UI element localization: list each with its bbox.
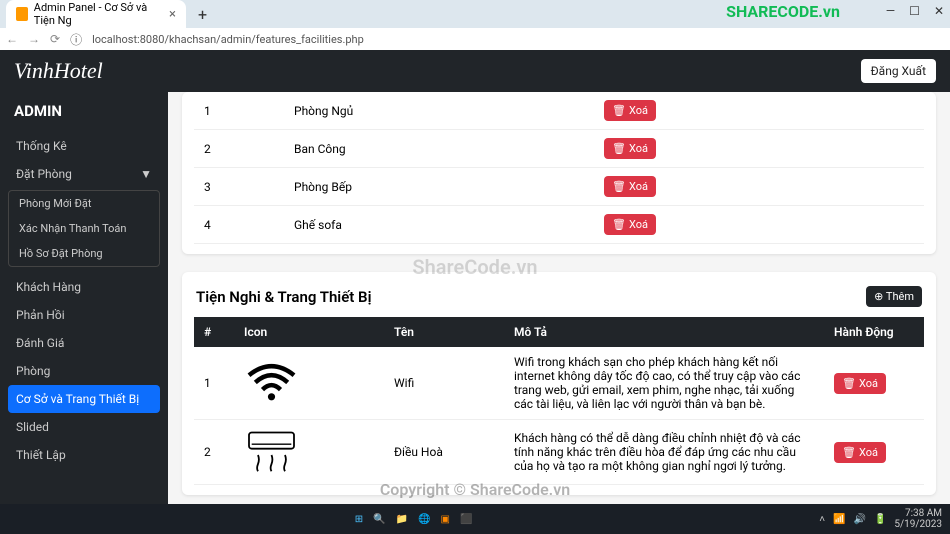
- tab-strip: Admin Panel - Cơ Sở và Tiện Ng × +: [0, 0, 950, 28]
- sidebar-item-coso[interactable]: Cơ Sở và Trang Thiết Bị: [8, 385, 160, 413]
- tray-chevron-icon[interactable]: ˄: [819, 514, 825, 525]
- table-row: 2 Ban Công 🗑 Xoá: [194, 130, 924, 168]
- taskbar-right: ˄ 📶 🔊 🔋 7:38 AM 5/19/2023: [819, 508, 942, 530]
- add-button[interactable]: ⊕ Thêm: [866, 286, 922, 307]
- col-action: Hành Động: [824, 317, 924, 347]
- close-window-icon[interactable]: ✕: [934, 4, 944, 18]
- site-info-icon[interactable]: ⓘ: [70, 31, 82, 48]
- browser-tab[interactable]: Admin Panel - Cơ Sở và Tiện Ng ×: [6, 0, 186, 28]
- sidebar-title: ADMIN: [8, 100, 160, 122]
- trash-icon: 🗑: [612, 218, 626, 231]
- delete-button[interactable]: 🗑 Xoá: [834, 442, 886, 463]
- main-content: 1 Phòng Ngủ 🗑 Xoá 2 Ban Công 🗑 Xoá 3 Phò…: [168, 92, 950, 504]
- wifi-icon: [244, 359, 299, 404]
- features-table: 1 Phòng Ngủ 🗑 Xoá 2 Ban Công 🗑 Xoá 3 Phò…: [194, 92, 924, 244]
- sidebar-item-phong[interactable]: Phòng: [8, 357, 160, 385]
- sidebar-item-slided[interactable]: Slided: [8, 413, 160, 441]
- table-row: 4 Ghế sofa 🗑 Xoá: [194, 206, 924, 244]
- brand-logo[interactable]: VinhHotel: [14, 58, 103, 84]
- tab-title: Admin Panel - Cơ Sở và Tiện Ng: [34, 1, 163, 27]
- table-row: 3 Phòng Bếp 🗑 Xoá: [194, 168, 924, 206]
- favicon-icon: [16, 7, 28, 21]
- app-header: VinhHotel Đăng Xuất: [0, 50, 950, 92]
- col-icon: Icon: [234, 317, 384, 347]
- sidebar: ADMIN Thống Kê Đặt Phòng ▼ Phòng Mới Đặt…: [0, 92, 168, 504]
- col-desc: Mô Tả: [504, 317, 824, 347]
- reload-icon[interactable]: ⟳: [50, 32, 60, 46]
- sidebar-item-thongke[interactable]: Thống Kê: [8, 132, 160, 160]
- sidebar-submenu: Phòng Mới Đặt Xác Nhận Thanh Toán Hồ Sơ …: [8, 190, 160, 267]
- delete-button[interactable]: 🗑 Xoá: [604, 138, 656, 159]
- delete-button[interactable]: 🗑 Xoá: [604, 176, 656, 197]
- close-tab-icon[interactable]: ×: [169, 7, 176, 22]
- table-row: 1 Phòng Ngủ 🗑 Xoá: [194, 92, 924, 130]
- table-row: 1 Wifi Wifi trong khách sạn cho: [194, 347, 924, 420]
- taskbar-center: ⊞ 🔍 📁 🌐 ▣ ⬛: [355, 514, 473, 525]
- delete-button[interactable]: 🗑 Xoá: [604, 214, 656, 235]
- air-conditioner-icon: [244, 428, 299, 473]
- sidebar-item-datphong[interactable]: Đặt Phòng ▼: [8, 160, 160, 188]
- wifi-tray-icon[interactable]: 📶: [833, 514, 845, 525]
- taskbar-clock[interactable]: 7:38 AM 5/19/2023: [894, 508, 942, 530]
- url-input[interactable]: localhost:8080/khachsan/admin/features_f…: [92, 33, 944, 46]
- logout-button[interactable]: Đăng Xuất: [861, 59, 936, 83]
- sidebar-subitem-xacnhan[interactable]: Xác Nhận Thanh Toán: [9, 216, 159, 241]
- browser-chrome: Admin Panel - Cơ Sở và Tiện Ng × + ← → ⟳…: [0, 0, 950, 50]
- battery-icon[interactable]: 🔋: [874, 514, 886, 525]
- col-name: Tên: [384, 317, 504, 347]
- sidebar-subitem-phongmoidat[interactable]: Phòng Mới Đặt: [9, 191, 159, 216]
- search-icon[interactable]: 🔍: [373, 514, 385, 525]
- forward-icon[interactable]: →: [28, 32, 40, 46]
- minimize-icon[interactable]: —: [886, 4, 895, 18]
- chrome-icon[interactable]: 🌐: [418, 514, 430, 525]
- explorer-icon[interactable]: 📁: [396, 514, 408, 525]
- trash-icon: 🗑: [612, 104, 626, 117]
- trash-icon: 🗑: [842, 377, 856, 390]
- xampp-icon[interactable]: ▣: [441, 514, 450, 525]
- delete-button[interactable]: 🗑 Xoá: [604, 100, 656, 121]
- vscode-icon[interactable]: ⬛: [460, 514, 472, 525]
- address-bar-row: ← → ⟳ ⓘ localhost:8080/khachsan/admin/fe…: [0, 28, 950, 50]
- facilities-card: Tiện Nghi & Trang Thiết Bị ⊕ Thêm # Icon…: [182, 272, 936, 495]
- back-icon[interactable]: ←: [6, 32, 18, 46]
- chevron-down-icon: ▼: [140, 167, 152, 181]
- features-card: 1 Phòng Ngủ 🗑 Xoá 2 Ban Công 🗑 Xoá 3 Phò…: [182, 92, 936, 254]
- delete-button[interactable]: 🗑 Xoá: [834, 373, 886, 394]
- table-row: 2 Điều Hoà Kh: [194, 420, 924, 485]
- sidebar-item-phanhoi[interactable]: Phản Hồi: [8, 301, 160, 329]
- col-num: #: [194, 317, 234, 347]
- sidebar-item-danhgia[interactable]: Đánh Giá: [8, 329, 160, 357]
- trash-icon: 🗑: [612, 180, 626, 193]
- maximize-icon[interactable]: ☐: [909, 4, 920, 18]
- new-tab-button[interactable]: +: [190, 5, 215, 24]
- window-controls: — ☐ ✕: [886, 4, 944, 18]
- sidebar-item-thietlap[interactable]: Thiết Lập: [8, 441, 160, 469]
- sidebar-item-khachhang[interactable]: Khách Hàng: [8, 273, 160, 301]
- facilities-title: Tiện Nghi & Trang Thiết Bị: [196, 288, 371, 306]
- volume-icon[interactable]: 🔊: [853, 514, 865, 525]
- main-layout: ADMIN Thống Kê Đặt Phòng ▼ Phòng Mới Đặt…: [0, 92, 950, 504]
- facilities-table: # Icon Tên Mô Tả Hành Động 1: [194, 317, 924, 485]
- sidebar-subitem-hoso[interactable]: Hồ Sơ Đặt Phòng: [9, 241, 159, 266]
- taskbar: ⊞ 🔍 📁 🌐 ▣ ⬛ ˄ 📶 🔊 🔋 7:38 AM 5/19/2023: [0, 504, 950, 534]
- start-icon[interactable]: ⊞: [355, 514, 363, 525]
- trash-icon: 🗑: [612, 142, 626, 155]
- trash-icon: 🗑: [842, 446, 856, 459]
